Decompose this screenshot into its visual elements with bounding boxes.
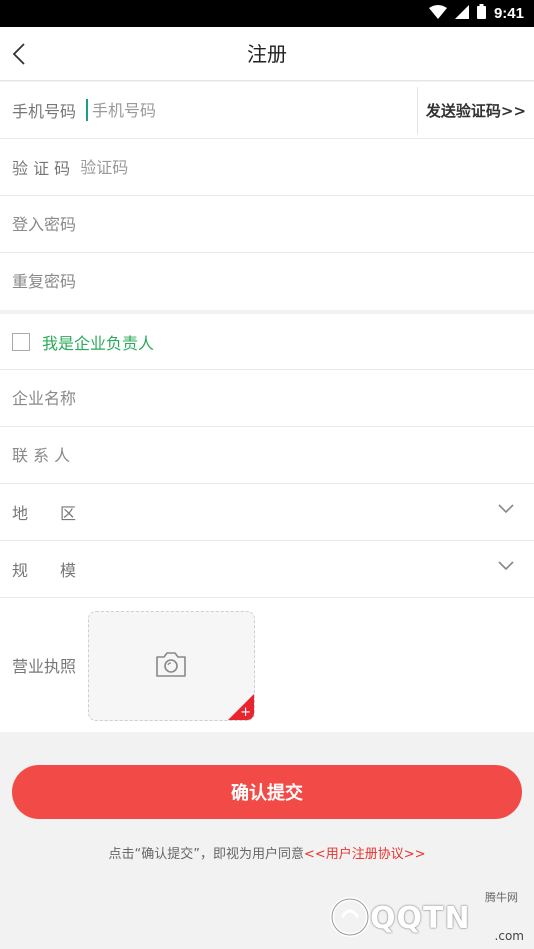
chevron-down-icon	[498, 504, 514, 514]
scale-select[interactable]: 规 模	[0, 541, 534, 598]
header: 注册	[0, 27, 534, 81]
login-password-input[interactable]	[12, 204, 522, 244]
watermark-domain: .com	[494, 929, 524, 943]
code-input[interactable]	[80, 152, 381, 182]
company-owner-row[interactable]: 我是企业负责人	[0, 314, 534, 370]
status-time: 9:41	[493, 5, 524, 22]
status-bar: 9:41	[0, 0, 534, 27]
company-name-input[interactable]	[12, 378, 522, 418]
contact-row	[0, 427, 534, 484]
watermark-logo-icon	[330, 897, 370, 937]
company-owner-label: 我是企业负责人	[42, 333, 155, 353]
login-password-row	[0, 196, 534, 253]
page-title: 注册	[247, 42, 287, 66]
submit-button[interactable]: 确认提交	[12, 765, 522, 819]
account-card: 手机号码 发送验证码>> 验 证 码	[0, 82, 534, 310]
battery-icon	[476, 4, 486, 23]
watermark: QQTN 腾牛网 .com	[328, 887, 528, 947]
license-upload[interactable]: +	[88, 611, 255, 721]
agreement-prefix: 点击“确认提交”，即视为用户同意	[108, 847, 304, 862]
agreement-link[interactable]: <<用户注册协议>>	[304, 847, 426, 862]
region-select[interactable]: 地 区	[0, 484, 534, 541]
company-owner-checkbox[interactable]	[12, 332, 30, 351]
repeat-password-row	[0, 253, 534, 310]
watermark-brand: QQTN	[370, 901, 471, 936]
company-name-row	[0, 370, 534, 427]
scale-label: 规 模	[12, 561, 77, 580]
license-row: 营业执照 +	[0, 598, 534, 732]
send-code-button[interactable]: 发送验证码>>	[417, 87, 534, 134]
wifi-icon	[428, 4, 447, 23]
status-icons: 9:41	[428, 3, 524, 24]
agreement-text: 点击“确认提交”，即视为用户同意<<用户注册协议>>	[0, 843, 534, 862]
license-label: 营业执照	[12, 657, 77, 676]
region-label: 地 区	[12, 504, 77, 523]
code-row: 验 证 码	[0, 139, 534, 196]
phone-input[interactable]	[86, 99, 387, 121]
chevron-down-icon	[498, 561, 514, 571]
watermark-small: 腾牛网	[485, 891, 518, 904]
code-label: 验 证 码	[12, 159, 71, 178]
contact-input[interactable]	[12, 435, 522, 475]
camera-icon	[156, 652, 186, 677]
company-card: 我是企业负责人 地 区 规 模 营业执照 +	[0, 314, 534, 732]
repeat-password-input[interactable]	[12, 261, 522, 302]
signal-icon	[454, 4, 469, 23]
phone-row: 手机号码 发送验证码>>	[0, 82, 534, 139]
phone-label: 手机号码	[12, 102, 77, 121]
plus-icon: +	[240, 705, 251, 720]
